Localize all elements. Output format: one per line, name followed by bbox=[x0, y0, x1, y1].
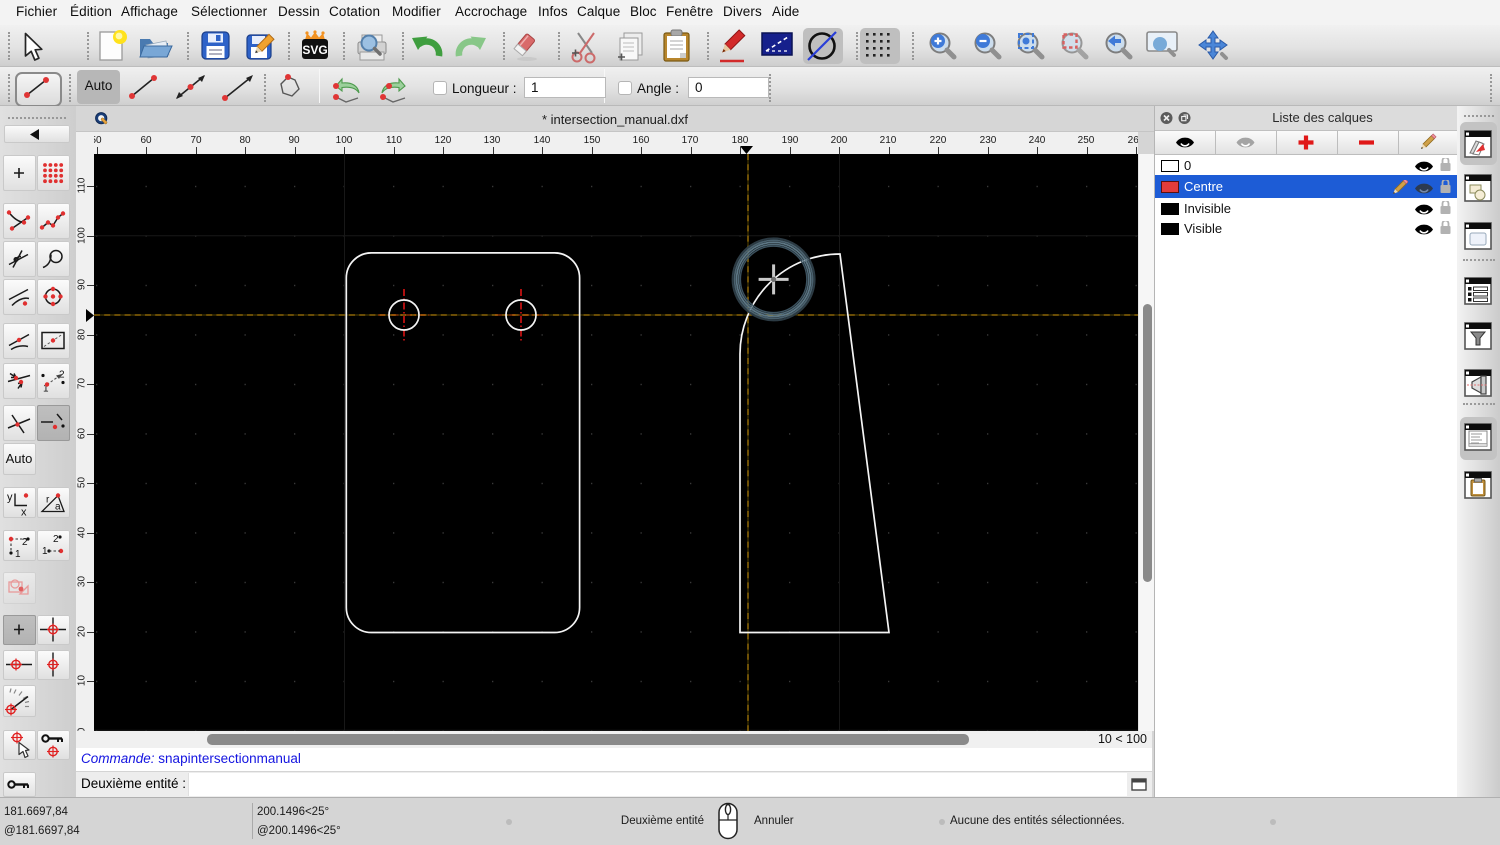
svg-text:SVG: SVG bbox=[302, 43, 327, 57]
svg-text:a: a bbox=[55, 502, 61, 513]
svg-text:y: y bbox=[7, 492, 13, 504]
svg-text:1: 1 bbox=[15, 549, 21, 560]
svg-text:2: 2 bbox=[53, 534, 59, 545]
svg-text:x: x bbox=[21, 507, 27, 519]
svg-text:1: 1 bbox=[42, 546, 48, 557]
